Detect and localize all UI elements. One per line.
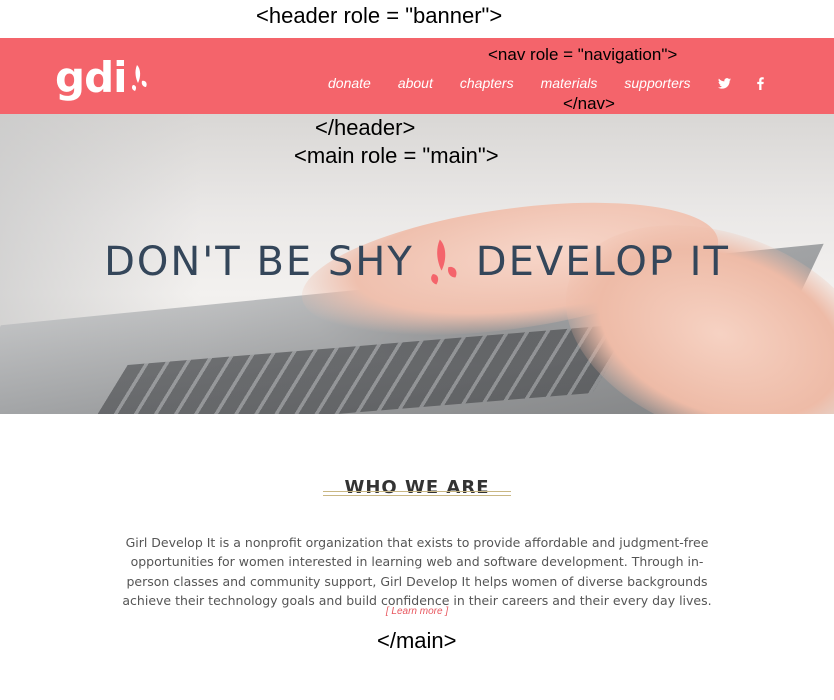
main-open-annotation: <main role = "main"> xyxy=(294,143,499,168)
nav-open-annotation: <nav role = "navigation"> xyxy=(488,45,678,64)
hero-title: DON'T BE SHY DEVELOP IT xyxy=(0,235,834,289)
main-close-annotation: </main> xyxy=(377,628,457,653)
splash-icon xyxy=(129,63,151,98)
nav-item-supporters[interactable]: supporters xyxy=(624,75,690,91)
facebook-icon[interactable] xyxy=(756,76,764,90)
nav-close-annotation: </nav> xyxy=(563,94,615,113)
twitter-icon[interactable] xyxy=(717,77,731,89)
hero-title-left: DON'T BE SHY xyxy=(104,238,414,285)
learn-more-link[interactable]: [ Learn more ] xyxy=(0,606,834,617)
header-close-annotation: </header> xyxy=(315,115,416,140)
nav-item-materials[interactable]: materials xyxy=(541,75,598,91)
nav-item-about[interactable]: about xyxy=(398,75,433,91)
nav-item-chapters[interactable]: chapters xyxy=(460,75,514,91)
nav-item-donate[interactable]: donate xyxy=(328,75,371,91)
splash-icon xyxy=(426,235,464,289)
logo-text: gdi xyxy=(55,53,128,102)
hero-title-right: DEVELOP IT xyxy=(475,238,730,285)
who-we-are-text: Girl Develop It is a nonprofit organizat… xyxy=(122,534,712,609)
title-divider xyxy=(323,491,511,496)
main-nav: donate about chapters materials supporte… xyxy=(328,74,790,92)
logo[interactable]: gdi xyxy=(55,56,151,100)
header-open-annotation: <header role = "banner"> xyxy=(256,3,503,28)
